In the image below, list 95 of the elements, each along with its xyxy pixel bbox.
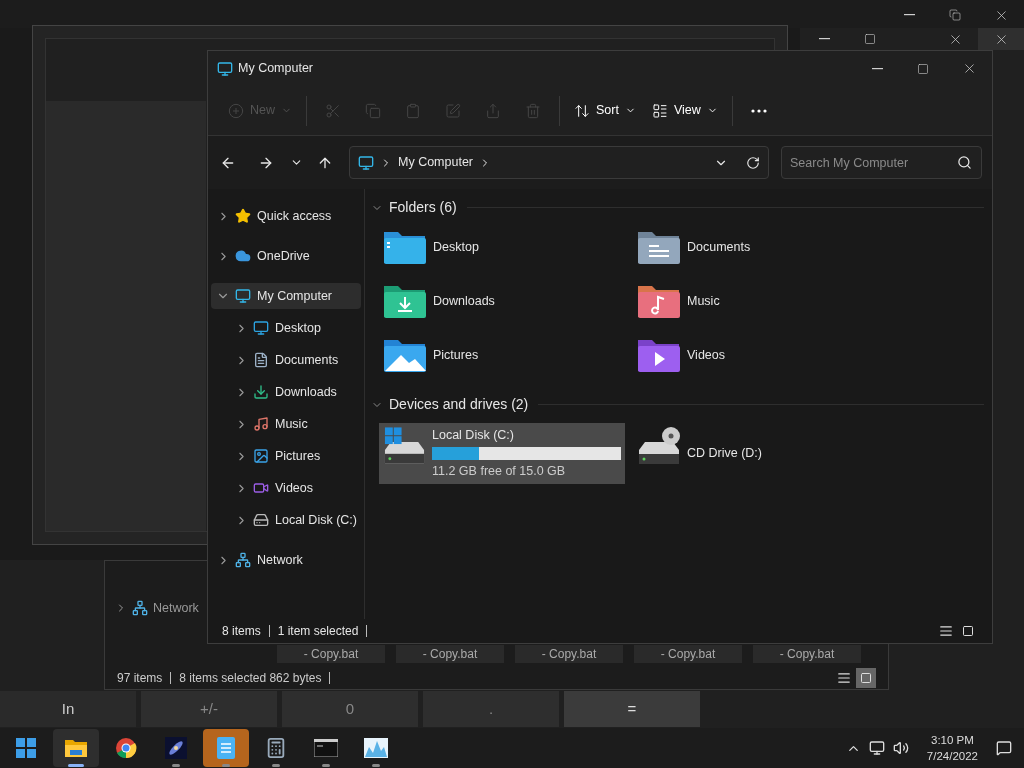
cloud-icon	[235, 248, 251, 264]
sidebar-item[interactable]: Documents	[211, 347, 361, 373]
chart-icon	[364, 738, 388, 758]
folder-icon	[383, 337, 427, 373]
maximize-icon	[917, 62, 929, 75]
monitor-icon	[217, 60, 233, 77]
status-text: 8 items selected 862 bytes	[179, 670, 322, 687]
taskbar-button[interactable]	[53, 729, 99, 767]
network-icon	[132, 600, 148, 617]
sidebar-item[interactable]: Videos	[211, 475, 361, 501]
calculator-key[interactable]: In	[0, 691, 136, 727]
sidebar-item[interactable]: Local Disk (C:)	[211, 507, 361, 533]
sidebar-item[interactable]: Network	[153, 599, 199, 618]
drive-icon	[253, 512, 269, 528]
sort-button[interactable]: Sort	[566, 94, 644, 127]
folder-tile[interactable]: Music	[633, 280, 879, 322]
picture-icon	[253, 448, 269, 464]
file-tile[interactable]: - Copy.bat	[515, 645, 623, 663]
star-icon	[235, 208, 251, 224]
drive-tile[interactable]: Local Disk (C:) 11.2 GB free of 15.0 GB	[379, 423, 625, 484]
folder-tile[interactable]: Desktop	[379, 226, 625, 268]
terminal-icon	[314, 739, 338, 757]
status-divider	[170, 672, 172, 684]
calculator-key[interactable]: =	[564, 691, 700, 727]
folder-tile[interactable]: Documents	[633, 226, 879, 268]
status-text: 8 items	[222, 623, 261, 640]
network-icon	[235, 552, 251, 568]
address-bar[interactable]: My Computer	[349, 146, 769, 179]
status-text: 1 item selected	[277, 623, 359, 640]
search-icon	[957, 155, 972, 170]
minimize-icon	[903, 14, 915, 16]
calculator-key[interactable]: .	[423, 691, 559, 727]
clock-date[interactable]: 7/24/2022	[926, 748, 978, 764]
window-title: My Computer	[238, 60, 314, 78]
status-text: 97 items	[117, 670, 163, 687]
details-icon	[939, 624, 953, 638]
folder-tile[interactable]: Pictures	[379, 334, 625, 376]
refresh-icon[interactable]	[746, 155, 760, 170]
folder-tile[interactable]: Videos	[633, 334, 879, 376]
maximize-icon	[864, 33, 876, 45]
document-icon	[253, 352, 269, 368]
tiles-view-button[interactable]	[856, 668, 876, 688]
desktop-icon	[253, 320, 269, 336]
sidebar-item[interactable]: My Computer	[211, 283, 361, 309]
status-divider	[329, 672, 331, 684]
video-icon	[253, 480, 269, 496]
tiles-icon	[962, 625, 974, 637]
folder-icon	[65, 739, 87, 757]
calculator-key[interactable]: 0	[282, 691, 418, 727]
galaxy-picture-icon	[165, 737, 187, 759]
file-tile[interactable]: - Copy.bat	[634, 645, 742, 663]
search-field[interactable]: Search My Computer	[781, 146, 982, 179]
cd-drive-icon	[637, 426, 681, 466]
view-button[interactable]: View	[643, 94, 726, 127]
folder-icon	[637, 337, 681, 373]
file-tile[interactable]: - Copy.bat	[753, 645, 861, 663]
browser-icon	[115, 737, 137, 759]
status-divider	[268, 625, 270, 637]
sidebar-item[interactable]: Music	[211, 411, 361, 437]
sidebar-item[interactable]: Desktop	[211, 315, 361, 341]
minimize-icon	[871, 67, 883, 70]
notepad-icon	[217, 737, 235, 759]
folder-icon	[383, 229, 427, 265]
folder-tile[interactable]: Downloads	[379, 280, 625, 322]
sidebar-item[interactable]: OneDrive	[211, 243, 361, 269]
music-icon	[253, 416, 269, 432]
folder-icon	[383, 283, 427, 319]
tiles-icon	[860, 672, 872, 684]
windows-logo-icon	[16, 738, 36, 758]
monitor-icon	[358, 154, 374, 171]
volume-icon[interactable]	[892, 740, 909, 756]
sidebar-item[interactable]: Network	[211, 547, 361, 573]
file-tile[interactable]: - Copy.bat	[396, 645, 504, 663]
notifications-icon[interactable]	[996, 740, 1012, 756]
download-icon	[253, 384, 269, 400]
file-tile[interactable]: - Copy.bat	[277, 645, 385, 663]
clock-time[interactable]: 3:10 PM	[931, 732, 974, 748]
details-icon	[837, 671, 851, 685]
restore-icon	[949, 9, 961, 21]
calculator-icon	[265, 737, 287, 759]
address-segment[interactable]: My Computer	[398, 153, 474, 172]
monitor-icon	[235, 288, 251, 304]
sidebar-item[interactable]: Pictures	[211, 443, 361, 469]
group-header: Folders (6)	[389, 198, 457, 217]
sidebar-item[interactable]: Quick access	[211, 203, 361, 229]
sidebar-item[interactable]: Downloads	[211, 379, 361, 405]
status-divider	[366, 625, 368, 637]
folder-icon	[637, 229, 681, 265]
group-header: Devices and drives (2)	[389, 395, 529, 414]
calculator-key[interactable]: +/-	[141, 691, 277, 727]
disk-drive-icon	[383, 426, 426, 466]
network-icon[interactable]	[868, 740, 885, 756]
minimize-icon	[818, 38, 830, 40]
drive-tile[interactable]: CD Drive (D:)	[633, 423, 879, 484]
folder-icon	[637, 283, 681, 319]
